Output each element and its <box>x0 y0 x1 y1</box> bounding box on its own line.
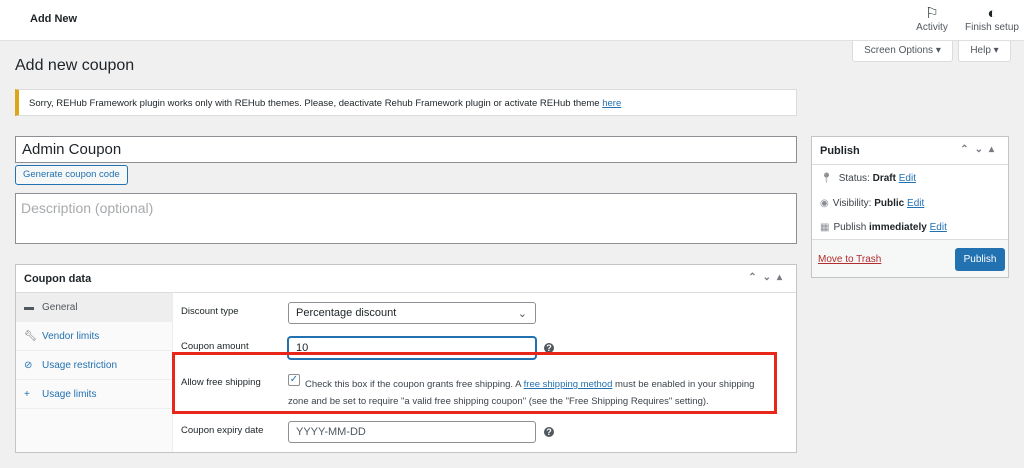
move-to-trash-link[interactable]: Move to Trash <box>818 254 881 265</box>
expiry-date-label: Coupon expiry date <box>181 425 264 436</box>
discount-type-select[interactable]: Percentage discount ⌄ <box>288 302 536 324</box>
expiry-date-input[interactable]: YYYY-MM-DD <box>288 421 536 443</box>
coupon-amount-label: Coupon amount <box>181 341 249 352</box>
page-title: Add new coupon <box>15 57 135 74</box>
highlight-box <box>172 352 777 414</box>
eye-icon: ◉ <box>820 198 829 209</box>
top-bar: Add New ⚐ Activity ◐ Finish setup <box>0 0 1024 41</box>
publish-panel: Publish ⌃⌄▴ 📍︎ Status: Draft Edit ◉ Visibil… <box>811 136 1009 278</box>
publish-button[interactable]: Publish <box>955 248 1005 271</box>
tab-vendor-limits[interactable]: 🔧︎ Vendor limits <box>16 322 172 351</box>
description-textarea[interactable]: Description (optional) <box>15 193 797 244</box>
coupon-data-header: Coupon data ⌃⌄▴ <box>16 265 796 293</box>
discount-type-label: Discount type <box>181 306 239 317</box>
status-row: 📍︎ Status: Draft Edit <box>820 173 916 184</box>
coupon-code-input[interactable]: Admin Coupon <box>15 136 797 163</box>
edit-visibility-link[interactable]: Edit <box>907 198 924 209</box>
flag-icon: ⚐ <box>925 5 939 22</box>
tab-usage-limits[interactable]: + Usage limits <box>16 380 172 409</box>
edit-status-link[interactable]: Edit <box>899 173 916 184</box>
plus-icon: + <box>24 389 30 400</box>
edit-schedule-link[interactable]: Edit <box>930 222 947 233</box>
panel-controls[interactable]: ⌃⌄▴ <box>748 272 788 283</box>
tab-general[interactable]: ▬ General <box>16 293 172 322</box>
tab-usage-restriction[interactable]: ⊘ Usage restriction <box>16 351 172 380</box>
help-button[interactable]: Help ▾ <box>958 41 1011 62</box>
block-icon: ⊘ <box>24 360 33 371</box>
pin-icon: 📍︎ <box>820 173 833 184</box>
half-circle-icon: ◐ <box>987 5 997 22</box>
visibility-row: ◉ Visibility: Public Edit <box>820 198 925 209</box>
generate-coupon-code-button[interactable]: Generate coupon code <box>15 165 128 185</box>
chevron-down-icon: ⌄ <box>517 308 527 320</box>
publish-header: Publish ⌃⌄▴ <box>812 137 1008 165</box>
schedule-row: ▦ Publish immediately Edit <box>820 222 947 233</box>
ticket-icon: ▬ <box>24 302 34 313</box>
screen-options-button[interactable]: Screen Options ▾ <box>852 41 953 62</box>
notice-link[interactable]: here <box>602 98 621 109</box>
panel-controls[interactable]: ⌃⌄▴ <box>960 144 1000 155</box>
calendar-icon: ▦ <box>820 222 830 233</box>
help-icon[interactable]: ? <box>544 427 554 437</box>
warning-notice: Sorry, REHub Framework plugin works only… <box>15 89 797 116</box>
publish-actions: Move to Trash Publish <box>812 239 1008 277</box>
coupon-tabs: ▬ General 🔧︎ Vendor limits ⊘ Usage restrict… <box>16 293 173 452</box>
finish-setup-button[interactable]: ◐ Finish setup <box>962 5 1022 34</box>
page-heading: Add New <box>30 13 78 25</box>
wrench-icon: 🔧︎ <box>24 331 37 342</box>
activity-button[interactable]: ⚐ Activity <box>912 5 952 34</box>
